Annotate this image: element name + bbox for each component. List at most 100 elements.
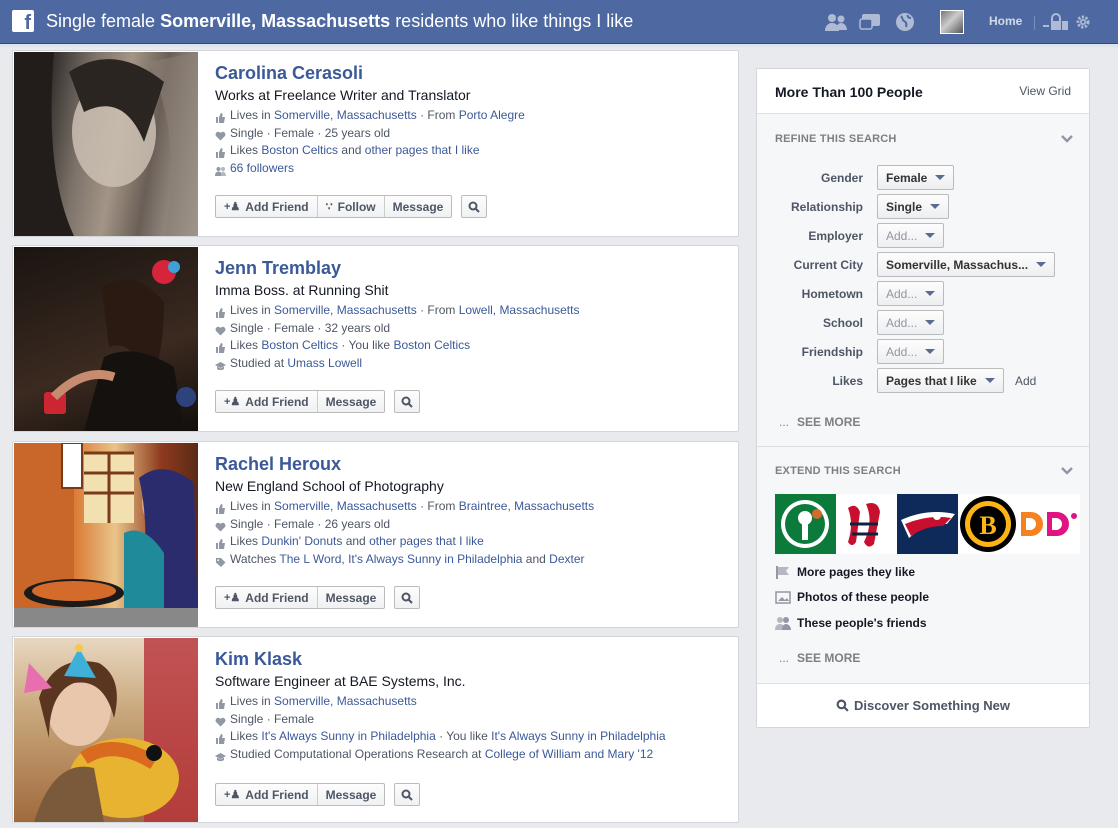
search-button[interactable] (461, 195, 488, 218)
current-city-dropdown[interactable]: Somerville, Massachus... (877, 252, 1056, 277)
avatar[interactable] (940, 10, 964, 34)
settings-gear-icon[interactable] (1075, 14, 1091, 30)
dropdown-value: Add... (886, 344, 918, 359)
search-icon (836, 699, 849, 712)
filter-likes: Likes Pages that I like Add (757, 368, 1091, 394)
home-link[interactable]: Home (989, 14, 1022, 28)
add-friend-icon: +♟ (224, 789, 241, 801)
facebook-logo[interactable]: f (12, 10, 34, 32)
school-icon (215, 750, 226, 761)
follow-button[interactable]: ∵ Follow (318, 196, 385, 217)
chevron-down-icon[interactable] (1061, 135, 1073, 143)
dropdown-value: Add... (886, 286, 918, 301)
add-friend-button[interactable]: +♟ Add Friend (216, 587, 318, 608)
detail-link[interactable]: Somerville, Massachusetts (274, 108, 417, 122)
profile-photo[interactable] (14, 443, 198, 627)
result-card: Carolina Cerasoli Works at Freelance Wri… (12, 50, 739, 237)
detail-link[interactable]: other pages that I like (369, 534, 484, 548)
detail-link[interactable]: The L Word (279, 552, 341, 566)
action-button-group: +♟ Add Friend Message (215, 390, 386, 413)
gender-dropdown[interactable]: Female (877, 165, 955, 190)
messages-icon[interactable] (859, 11, 883, 33)
detail-link[interactable]: Boston Celtics (393, 338, 470, 352)
friend-requests-icon[interactable] (824, 11, 848, 33)
detail-text: Likes (230, 143, 262, 157)
more-pages-link[interactable]: More pages they like (775, 565, 915, 579)
search-filter-panel: More Than 100 People View Grid REFINE TH… (756, 68, 1090, 728)
employer-dropdown[interactable]: Add... (877, 223, 945, 248)
profile-photo[interactable] (14, 247, 198, 431)
boston-red-sox-logo[interactable] (836, 494, 897, 554)
new-england-patriots-logo[interactable] (897, 494, 958, 554)
detail-link[interactable]: It's Always Sunny in Philadelphia (491, 729, 665, 743)
detail-link[interactable]: Lowell, Massachusetts (459, 303, 580, 317)
message-button[interactable]: Message (385, 196, 452, 217)
boston-bruins-logo[interactable]: B (958, 494, 1019, 554)
chevron-down-icon[interactable] (1061, 467, 1073, 475)
likes-dropdown[interactable]: Pages that I like (877, 368, 1004, 393)
profile-photo[interactable] (14, 638, 198, 822)
detail-link[interactable]: Umass Lowell (287, 356, 362, 370)
privacy-shortcuts-icon[interactable] (1043, 13, 1069, 31)
detail-link[interactable]: Dunkin' Donuts (261, 534, 342, 548)
dunkin-donuts-logo[interactable] (1019, 494, 1080, 554)
dropdown-value: Female (886, 170, 928, 185)
detail-text: Likes (230, 338, 262, 352)
detail-link[interactable]: Somerville, Massachusetts (274, 694, 417, 708)
peoples-friends-link[interactable]: These people's friends (775, 616, 927, 630)
view-grid-link[interactable]: View Grid (1019, 84, 1071, 98)
message-button[interactable]: Message (318, 587, 385, 608)
message-button[interactable]: Message (318, 391, 385, 412)
detail-text: and (522, 551, 550, 566)
detail-link[interactable]: Braintree, Massachusetts (459, 499, 594, 513)
add-friend-label: Add Friend (245, 199, 309, 214)
likes-add-link[interactable]: Add (1015, 374, 1036, 388)
detail-link[interactable]: Dexter (549, 552, 584, 566)
detail-link[interactable]: Porto Alegre (459, 108, 525, 122)
friendship-dropdown[interactable]: Add... (877, 339, 945, 364)
see-more-filters-link[interactable]: ... SEE MORE (779, 415, 860, 429)
detail-link[interactable]: Boston Celtics (261, 338, 338, 352)
detail-link[interactable]: Somerville, Massachusetts (274, 499, 417, 513)
result-name[interactable]: Kim Klask (215, 649, 725, 671)
result-detail-line: Lives in Somerville, Massachusetts (215, 693, 725, 711)
add-friend-button[interactable]: +♟ Add Friend (216, 196, 318, 217)
result-name[interactable]: Carolina Cerasoli (215, 63, 725, 85)
detail-link[interactable]: 66 followers (230, 161, 294, 175)
detail-text: Lives in (230, 108, 275, 122)
boston-celtics-logo[interactable] (775, 494, 836, 554)
photos-of-people-link[interactable]: Photos of these people (775, 590, 929, 604)
result-detail-line: Single · Female · 32 years old (215, 320, 725, 338)
search-button[interactable] (394, 390, 421, 413)
heart-icon (215, 715, 226, 726)
detail-link[interactable]: Somerville, Massachusetts (274, 303, 417, 317)
result-headline: New England School of Photography (215, 478, 444, 494)
detail-link[interactable]: It's Always Sunny in Philadelphia (348, 552, 522, 566)
search-button[interactable] (394, 586, 421, 609)
discover-something-new-button[interactable]: Discover Something New (757, 683, 1089, 727)
filter-label: Likes (832, 374, 863, 388)
caret-down-icon (925, 349, 936, 354)
search-button[interactable] (394, 783, 421, 806)
hometown-dropdown[interactable]: Add... (877, 281, 945, 306)
detail-text: Lives in (230, 499, 275, 513)
caret-down-icon (925, 233, 936, 238)
notifications-globe-icon[interactable] (893, 11, 917, 33)
result-name[interactable]: Jenn Tremblay (215, 258, 725, 280)
add-friend-button[interactable]: +♟ Add Friend (216, 391, 318, 412)
school-dropdown[interactable]: Add... (877, 310, 945, 335)
result-name[interactable]: Rachel Heroux (215, 454, 725, 476)
relationship-dropdown[interactable]: Single (877, 194, 950, 219)
detail-link[interactable]: other pages that I like (365, 143, 480, 157)
see-more-label: SEE MORE (797, 415, 861, 429)
detail-link[interactable]: Boston Celtics (261, 143, 338, 157)
add-friend-button[interactable]: +♟ Add Friend (216, 784, 318, 805)
see-more-extend-link[interactable]: ... SEE MORE (779, 651, 860, 665)
result-headline: Software Engineer at BAE Systems, Inc. (215, 673, 466, 689)
heart-icon (215, 129, 226, 140)
message-button[interactable]: Message (318, 784, 385, 805)
profile-photo[interactable] (14, 52, 198, 236)
result-actions: +♟ Add Friend Message (215, 783, 421, 807)
detail-link[interactable]: It's Always Sunny in Philadelphia (261, 729, 435, 743)
detail-link[interactable]: College of William and Mary '12 (485, 747, 653, 761)
